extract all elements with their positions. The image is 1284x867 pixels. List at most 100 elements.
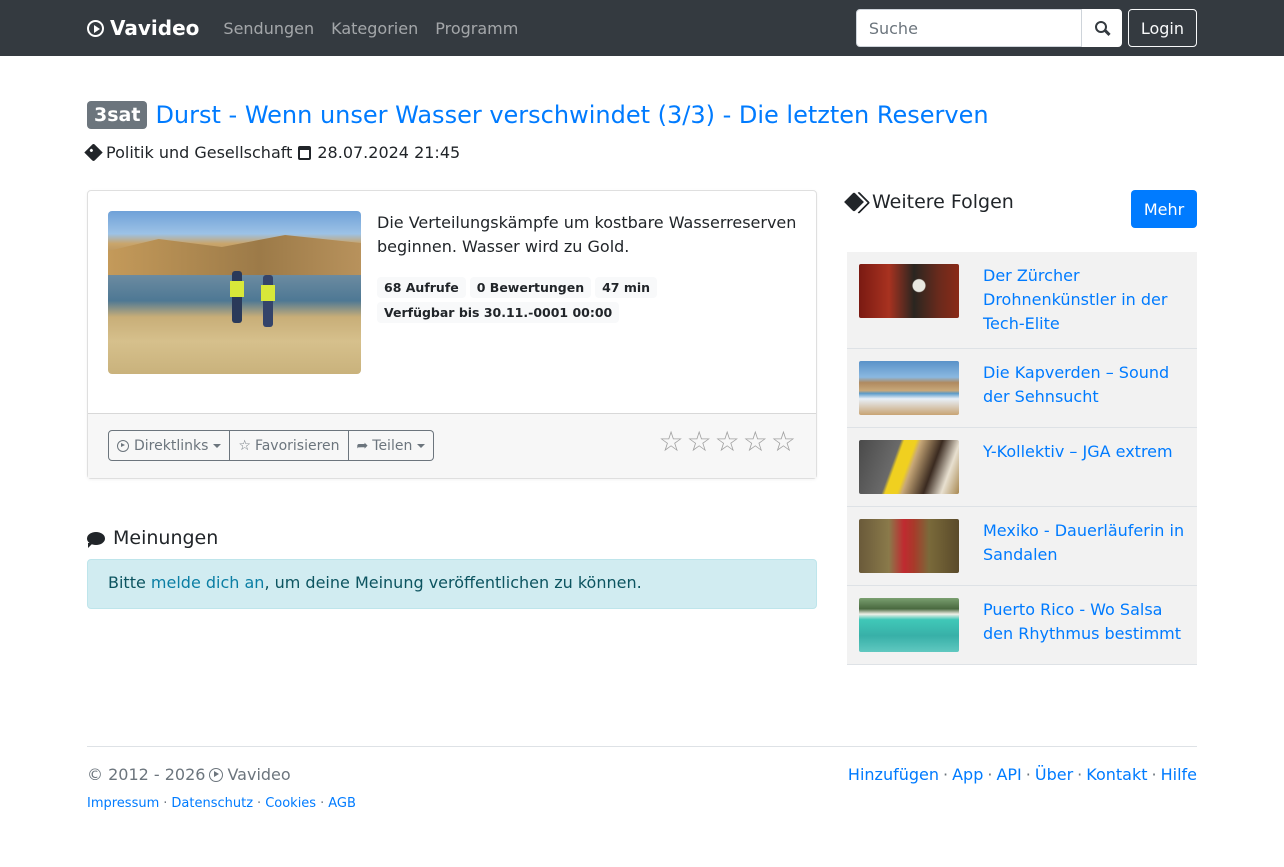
episode-item[interactable]: Mexiko - Dauerläuferin in Sandalen: [847, 507, 1197, 586]
play-circle-icon: [117, 439, 129, 452]
rating-star-icon[interactable]: ☆: [771, 428, 796, 456]
api-link[interactable]: API: [996, 765, 1021, 784]
episode-list: Der Zürcher Drohnenkünstler in der Tech-…: [847, 252, 1197, 665]
video-card: Die Verteilungskämpfe um kostbare Wasser…: [87, 190, 817, 479]
episode-item[interactable]: Die Kapverden – Sound der Sehnsucht: [847, 349, 1197, 428]
episode-thumbnail[interactable]: [859, 519, 959, 573]
video-category: Politik und Gesellschaft: [106, 143, 293, 162]
duration-badge: 47 min: [595, 277, 658, 298]
favorite-label: Favorisieren: [254, 437, 340, 454]
episode-item[interactable]: Puerto Rico - Wo Salsa den Rhythmus best…: [847, 586, 1197, 665]
brand-name: Vavideo: [110, 16, 200, 40]
direktlinks-label: Direktlinks: [134, 437, 209, 454]
separator: ·: [1025, 765, 1031, 784]
separator: ·: [163, 796, 168, 811]
stats-row: 68 Aufrufe 0 Bewertungen 47 min: [377, 277, 661, 298]
stats-row: Verfügbar bis 30.11.-0001 00:00: [377, 302, 661, 323]
episode-thumbnail[interactable]: [859, 264, 959, 318]
episode-title[interactable]: Y-Kollektiv – JGA extrem: [983, 440, 1173, 494]
nav-link-kategorien[interactable]: Kategorien: [331, 19, 418, 38]
alert-text-before: Bitte: [108, 573, 151, 592]
episode-title[interactable]: Die Kapverden – Sound der Sehnsucht: [983, 361, 1185, 415]
share-label: Teilen: [372, 437, 413, 454]
footer-brand: Vavideo: [227, 765, 291, 784]
navbar-inner: Vavideo Sendungen Kategorien Programm Lo…: [87, 0, 1197, 56]
thumbnail-person: [230, 271, 244, 323]
video-description: Die Verteilungskämpfe um kostbare Wasser…: [377, 213, 797, 256]
star-rating: ☆ ☆ ☆ ☆ ☆: [655, 428, 796, 456]
navbar: Vavideo Sendungen Kategorien Programm Lo…: [0, 0, 1284, 56]
episode-thumbnail[interactable]: [859, 361, 959, 415]
agb-link[interactable]: AGB: [328, 796, 356, 811]
nav-link-programm[interactable]: Programm: [435, 19, 518, 38]
episode-title[interactable]: Der Zürcher Drohnenkünstler in der Tech-…: [983, 264, 1185, 336]
more-episodes-heading: Weitere Folgen: [844, 190, 1014, 214]
app-link[interactable]: App: [952, 765, 983, 784]
separator: ·: [257, 796, 262, 811]
login-link[interactable]: melde dich an: [151, 573, 265, 592]
separator: ·: [320, 796, 325, 811]
play-circle-icon: [87, 19, 104, 37]
comments-heading: Meinungen: [87, 527, 218, 549]
cookies-link[interactable]: Cookies: [265, 796, 316, 811]
thumbnail-hills: [108, 235, 361, 275]
video-meta: Politik und Gesellschaft 28.07.2024 21:4…: [84, 143, 461, 162]
brand-logo[interactable]: Vavideo: [87, 16, 199, 40]
contact-link[interactable]: Kontakt: [1086, 765, 1147, 784]
star-outline-icon: ☆: [238, 437, 251, 454]
episode-thumbnail[interactable]: [859, 598, 959, 652]
nav-link-sendungen[interactable]: Sendungen: [223, 19, 314, 38]
video-title[interactable]: Durst - Wenn unser Wasser verschwindet (…: [155, 101, 988, 129]
more-button[interactable]: Mehr: [1131, 190, 1197, 228]
datenschutz-link[interactable]: Datenschutz: [171, 796, 253, 811]
direktlinks-button[interactable]: Direktlinks: [108, 430, 231, 461]
impressum-link[interactable]: Impressum: [87, 796, 159, 811]
episode-thumbnail[interactable]: [859, 440, 959, 494]
rating-star-icon[interactable]: ☆: [715, 428, 740, 456]
search-group: [855, 9, 1122, 47]
action-button-group: Direktlinks ☆ Favorisieren ➦ Teilen: [108, 430, 435, 461]
calendar-icon: [298, 145, 312, 160]
comments-icon: [87, 531, 105, 548]
footer-divider: [87, 746, 1197, 747]
about-link[interactable]: Über: [1035, 765, 1073, 784]
caret-down-icon: [417, 443, 426, 448]
separator: ·: [1077, 765, 1083, 784]
tag-icon: [84, 143, 103, 162]
video-card-footer: Direktlinks ☆ Favorisieren ➦ Teilen ☆ ☆ …: [88, 413, 816, 478]
rating-star-icon[interactable]: ☆: [687, 428, 712, 456]
episode-title[interactable]: Puerto Rico - Wo Salsa den Rhythmus best…: [983, 598, 1185, 652]
copyright-text: © 2012 - 2026: [87, 765, 206, 784]
video-thumbnail[interactable]: [108, 211, 361, 374]
search-icon: [1094, 21, 1107, 33]
footer-nav-links: Hinzufügen · App · API · Über · Kontakt · Hilfe: [848, 765, 1197, 784]
alert-text-after: , um deine Meinung veröffentlichen zu kö…: [264, 573, 642, 592]
video-datetime: 28.07.2024 21:45: [317, 143, 461, 162]
availability-badge: Verfügbar bis 30.11.-0001 00:00: [377, 302, 620, 323]
share-button[interactable]: ➦ Teilen: [348, 430, 435, 461]
video-stats: 68 Aufrufe 0 Bewertungen 47 min Verfügba…: [377, 277, 661, 327]
episode-item[interactable]: Der Zürcher Drohnenkünstler in der Tech-…: [847, 252, 1197, 349]
add-link[interactable]: Hinzufügen: [848, 765, 939, 784]
episode-title[interactable]: Mexiko - Dauerläuferin in Sandalen: [983, 519, 1185, 573]
separator: ·: [943, 765, 949, 784]
rating-star-icon[interactable]: ☆: [743, 428, 768, 456]
login-alert: Bitte melde dich an, um deine Meinung ve…: [87, 559, 817, 609]
search-input[interactable]: [855, 9, 1082, 47]
help-link[interactable]: Hilfe: [1161, 765, 1197, 784]
share-icon: ➦: [356, 437, 369, 454]
footer-copyright: © 2012 - 2026 Vavideo: [87, 765, 291, 784]
separator: ·: [1151, 765, 1157, 784]
rating-star-icon[interactable]: ☆: [658, 428, 683, 456]
tags-icon: [844, 192, 864, 212]
login-button[interactable]: Login: [1127, 9, 1197, 47]
play-circle-icon: [209, 767, 224, 782]
ratings-badge: 0 Bewertungen: [469, 277, 592, 298]
favorite-button[interactable]: ☆ Favorisieren: [230, 430, 349, 461]
more-episodes-label: Weitere Folgen: [872, 191, 1014, 213]
footer-legal-links: Impressum · Datenschutz · Cookies · AGB: [87, 796, 356, 811]
comments-heading-label: Meinungen: [113, 527, 219, 549]
episode-item[interactable]: Y-Kollektiv – JGA extrem: [847, 428, 1197, 507]
search-button[interactable]: [1081, 9, 1122, 47]
separator: ·: [987, 765, 993, 784]
